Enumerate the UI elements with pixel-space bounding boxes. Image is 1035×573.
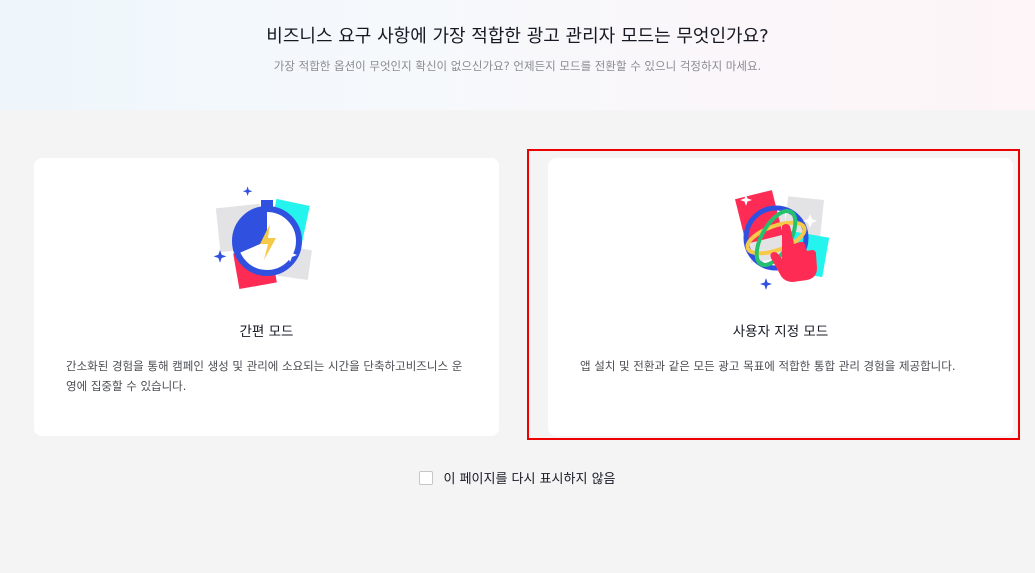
globe-hand-icon: [734, 190, 829, 290]
custom-mode-description: 앱 설치 및 전환과 같은 모든 광고 목표에 적합한 통합 관리 경험을 제공…: [580, 359, 956, 373]
dont-show-again-row: 이 페이지를 다시 표시하지 않음: [0, 468, 1035, 487]
page-title: 비즈니스 요구 사항에 가장 적합한 광고 관리자 모드는 무엇인가요?: [266, 26, 769, 47]
custom-mode-title: 사용자 지정 모드: [732, 324, 829, 340]
simple-mode-card[interactable]: 간편 모드 간소화된 경험을 통해 캠페인 생성 및 관리에 소요되는 시간을 …: [34, 158, 499, 436]
stopwatch-lightning-icon: [213, 186, 312, 290]
dont-show-again-checkbox[interactable]: [419, 470, 434, 485]
simple-mode-description: 간소화된 경험을 통해 캠페인 생성 및 관리에 소요되는 시간을 단축하고비즈…: [66, 359, 463, 393]
page-subtitle: 가장 적합한 옵션이 무엇인지 확신이 없으신가요? 언제든지 모드를 전환할 …: [273, 59, 762, 73]
simple-mode-title: 간편 모드: [239, 324, 294, 340]
dont-show-again-label[interactable]: 이 페이지를 다시 표시하지 않음: [443, 468, 615, 487]
header-banner: 비즈니스 요구 사항에 가장 적합한 광고 관리자 모드는 무엇인가요? 가장 …: [0, 0, 1035, 110]
custom-mode-card[interactable]: 사용자 지정 모드 앱 설치 및 전환과 같은 모든 광고 목표에 적합한 통합…: [548, 158, 1013, 436]
